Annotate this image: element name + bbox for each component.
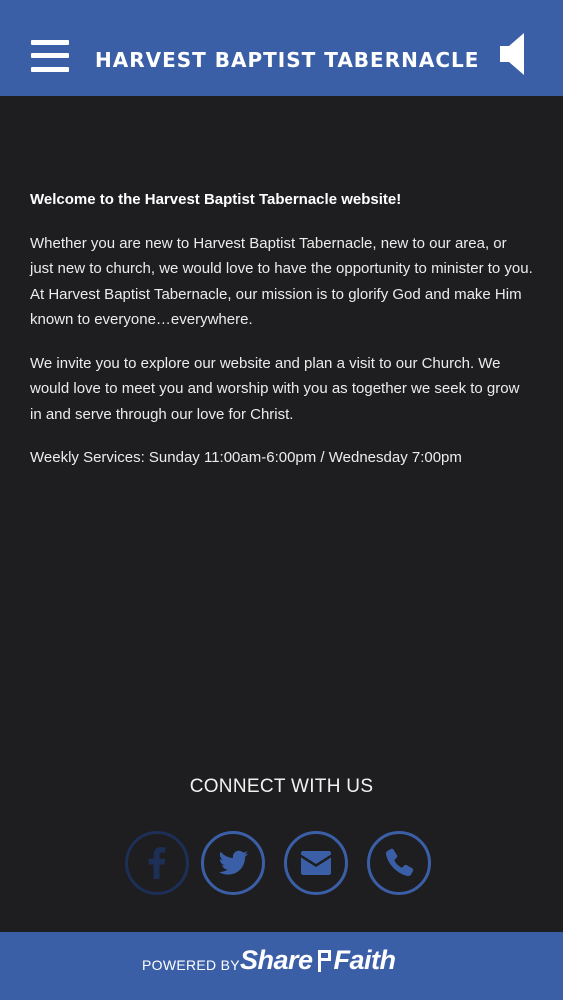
flag-icon bbox=[317, 950, 331, 972]
weekly-services: Weekly Services: Sunday 11:00am-6:00pm /… bbox=[30, 449, 462, 466]
facebook-icon bbox=[148, 847, 166, 879]
phone-button[interactable] bbox=[367, 831, 431, 895]
brand-faith: Faith bbox=[333, 945, 397, 975]
invite-paragraph: We invite you to explore our website and… bbox=[30, 354, 520, 423]
footer-bar: POWERED BY Share Faith bbox=[0, 932, 563, 1000]
intro-paragraph: Whether you are new to Harvest Baptist T… bbox=[30, 234, 533, 329]
speaker-icon[interactable] bbox=[500, 33, 526, 75]
main-content: Welcome to the Harvest Baptist Tabernacl… bbox=[30, 187, 533, 489]
phone-icon bbox=[385, 848, 414, 877]
header-bar: HARVEST BAPTIST TABERNACLE bbox=[0, 0, 563, 96]
twitter-icon bbox=[218, 850, 248, 875]
site-title[interactable]: HARVEST BAPTIST TABERNACLE bbox=[95, 45, 479, 75]
sharefaith-logo[interactable]: Share Faith bbox=[240, 945, 396, 976]
connect-heading: CONNECT WITH US bbox=[189, 776, 374, 797]
welcome-heading: Welcome to the Harvest Baptist Tabernacl… bbox=[30, 191, 402, 208]
email-icon bbox=[301, 851, 331, 875]
powered-by-label: POWERED BY bbox=[142, 957, 240, 973]
brand-share: Share bbox=[240, 945, 313, 975]
hamburger-menu-icon[interactable] bbox=[31, 40, 69, 72]
twitter-button[interactable] bbox=[201, 831, 265, 895]
facebook-button[interactable] bbox=[125, 831, 189, 895]
email-button[interactable] bbox=[284, 831, 348, 895]
